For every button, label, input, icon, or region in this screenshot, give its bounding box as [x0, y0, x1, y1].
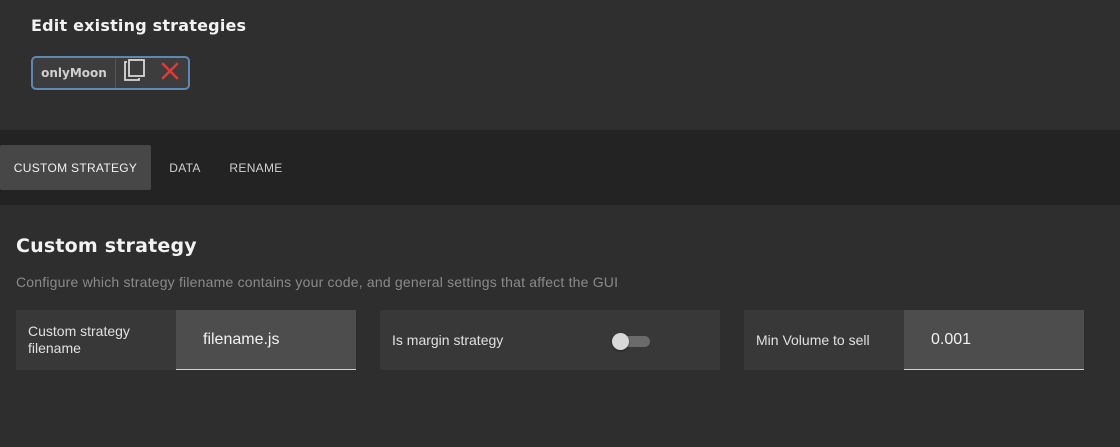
strategy-name-button[interactable]: onlyMoon: [33, 58, 116, 88]
filename-card: Custom strategy filename: [16, 310, 356, 370]
margin-label: Is margin strategy: [392, 331, 504, 348]
min-volume-input[interactable]: [904, 310, 1084, 370]
strategy-chip: onlyMoon: [31, 56, 190, 90]
min-volume-card: Min Volume to sell: [744, 310, 1084, 370]
margin-card: Is margin strategy: [380, 310, 720, 370]
page-title: Custom strategy: [16, 235, 197, 257]
custom-strategy-panel: Custom strategy Configure which strategy…: [0, 205, 1120, 447]
tab-bar: CUSTOM STRATEGY DATA RENAME: [0, 130, 1120, 205]
delete-icon: [161, 61, 179, 85]
filename-label: Custom strategy filename: [28, 323, 130, 356]
delete-button[interactable]: [152, 58, 188, 88]
page-description: Configure which strategy filename contai…: [16, 274, 619, 290]
tab-data[interactable]: DATA: [160, 145, 210, 190]
toggle-knob: [612, 333, 629, 350]
filename-input[interactable]: [176, 310, 356, 370]
existing-strategies-section: Edit existing strategies onlyMoon: [0, 0, 1120, 130]
tab-custom-strategy[interactable]: CUSTOM STRATEGY: [0, 145, 151, 190]
margin-toggle[interactable]: [612, 333, 652, 350]
min-volume-label: Min Volume to sell: [756, 331, 870, 348]
tab-rename[interactable]: RENAME: [222, 145, 290, 190]
copy-icon: [122, 58, 146, 88]
copy-button[interactable]: [116, 58, 152, 88]
section-title: Edit existing strategies: [31, 16, 247, 35]
